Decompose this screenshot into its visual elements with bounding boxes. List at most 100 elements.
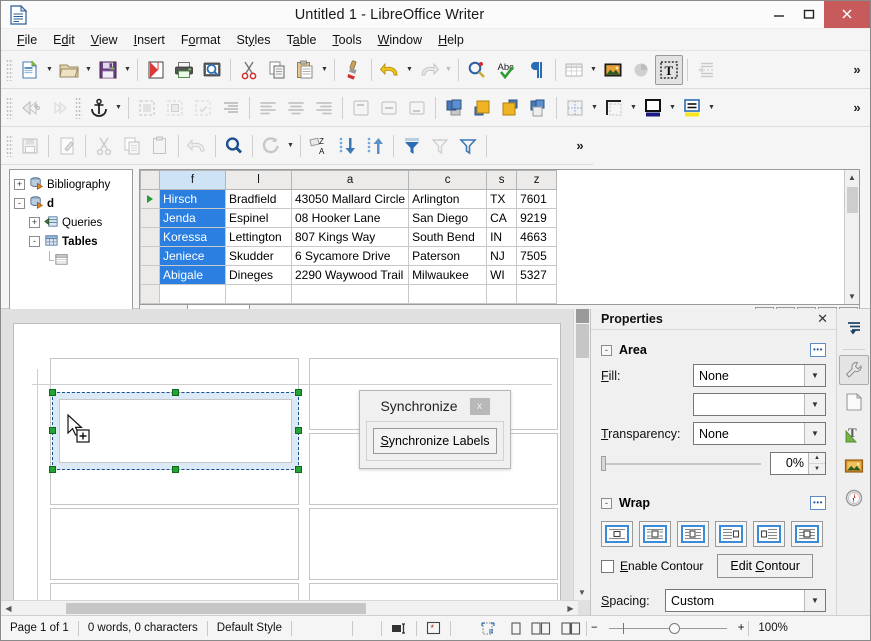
table-row[interactable]: Jeniece Skudder 6 Sycamore Drive Paterso…	[140, 246, 558, 266]
refresh-icon[interactable]	[257, 131, 285, 161]
row-marker[interactable]	[140, 246, 160, 266]
borders-icon[interactable]	[133, 93, 161, 123]
resize-handle-sw[interactable]	[49, 466, 56, 473]
menu-window[interactable]: Window	[370, 31, 430, 49]
align-top-icon[interactable]	[347, 93, 375, 123]
maximize-button[interactable]	[794, 1, 824, 28]
find-record-icon[interactable]	[220, 131, 248, 161]
cell-l[interactable]: Bradfield	[225, 189, 292, 209]
minimize-button[interactable]	[764, 1, 794, 28]
cell-z[interactable]: 7601	[516, 189, 558, 209]
spinner-up-icon[interactable]: ▲	[809, 453, 825, 464]
undo-record-icon[interactable]	[183, 131, 211, 161]
table-properties-icon[interactable]	[561, 93, 589, 123]
column-header-z[interactable]: z	[516, 170, 558, 190]
sort-descending-icon[interactable]	[333, 131, 361, 161]
redo-icon[interactable]	[415, 55, 443, 85]
row-marker[interactable]	[140, 284, 160, 304]
forward-one-icon[interactable]	[468, 93, 496, 123]
toolbar-grip[interactable]	[75, 96, 82, 119]
reset-filter-icon[interactable]	[426, 131, 454, 161]
open-file-dropdown[interactable]: ▼	[83, 55, 94, 85]
undo-dropdown[interactable]: ▼	[404, 55, 415, 85]
page-status[interactable]: Page 1 of 1	[1, 616, 78, 641]
transparency-type-dropdown[interactable]: None ▼	[693, 422, 826, 445]
spinner-down-icon[interactable]: ▼	[809, 464, 825, 474]
align-left-icon[interactable]	[254, 93, 282, 123]
close-icon[interactable]: ✕	[817, 311, 828, 327]
menu-file[interactable]: File	[9, 31, 45, 49]
scroll-thumb-main[interactable]	[575, 324, 589, 358]
document-vertical-scrollbar[interactable]: ▼	[573, 309, 590, 600]
navigator-tab[interactable]	[839, 483, 869, 513]
autofilter-icon[interactable]	[398, 131, 426, 161]
zoom-level-status[interactable]: 100%	[749, 616, 796, 641]
edit-data-icon[interactable]	[53, 131, 81, 161]
close-icon[interactable]: x	[469, 397, 490, 415]
slider-knob[interactable]	[601, 456, 606, 471]
send-backward-icon[interactable]	[44, 93, 72, 123]
export-pdf-icon[interactable]	[142, 55, 170, 85]
bring-to-front-icon[interactable]	[440, 93, 468, 123]
toolbar-grip[interactable]	[6, 58, 13, 81]
open-file-icon[interactable]	[55, 55, 83, 85]
row-marker[interactable]	[140, 227, 160, 247]
language-status[interactable]	[292, 616, 352, 641]
cell-f[interactable]: Jenda	[159, 208, 226, 228]
cell-a[interactable]: 807 Kings Way	[290, 227, 410, 247]
wrap-after-icon[interactable]	[753, 521, 785, 547]
wrap-panel-title[interactable]: - Wrap •••	[601, 492, 826, 514]
back-one-icon[interactable]	[496, 93, 524, 123]
scroll-down-icon[interactable]: ▼	[845, 289, 860, 304]
table-row[interactable]: Jenda Espinel 08 Hooker Lane San Diego C…	[140, 208, 558, 228]
copy-icon[interactable]	[263, 55, 291, 85]
page-style-status[interactable]: Default Style	[208, 616, 291, 641]
tree-item-table-selected[interactable]	[14, 251, 128, 270]
cell-l[interactable]: Lettington	[225, 227, 292, 247]
anchor-dropdown[interactable]: ▼	[113, 93, 124, 123]
transparency-slider[interactable]	[601, 454, 761, 472]
scroll-down-icon[interactable]: ▼	[574, 584, 591, 600]
data-grid[interactable]: f l a c s z Hirsch Bradfield 43050 Malla…	[139, 169, 860, 326]
chevron-down-icon[interactable]: ▼	[804, 590, 825, 611]
cell-a[interactable]: 43050 Mallard Circle	[290, 189, 410, 209]
cell-l[interactable]: Dineges	[225, 265, 292, 285]
column-header-a[interactable]: a	[290, 170, 410, 190]
formatting-marks-icon[interactable]	[523, 55, 551, 85]
spacing-dropdown[interactable]: Custom ▼	[665, 589, 826, 612]
synchronize-dialog-titlebar[interactable]: Synchronize x	[360, 391, 510, 421]
cell-z[interactable]: 5327	[516, 265, 558, 285]
undo-icon[interactable]	[376, 55, 404, 85]
cell-s[interactable]	[486, 284, 518, 304]
print-icon[interactable]	[170, 55, 198, 85]
fill-style-dropdown[interactable]: None ▼	[693, 364, 826, 387]
spinner-buttons[interactable]: ▲ ▼	[808, 452, 825, 474]
transparency-spinner[interactable]: 0% ▲ ▼	[770, 451, 826, 475]
sort-dialog-icon[interactable]: Z A	[305, 131, 333, 161]
new-document-dropdown[interactable]: ▼	[44, 55, 55, 85]
label-cell[interactable]	[50, 508, 299, 580]
cut-icon[interactable]	[90, 131, 118, 161]
data-sources-tree[interactable]: + Bibliography - d + Queries - Tables	[9, 169, 133, 326]
cell-z[interactable]: 9219	[516, 208, 558, 228]
send-to-back-icon[interactable]	[524, 93, 552, 123]
cell-l[interactable]: Skudder	[225, 246, 292, 266]
cell-s[interactable]: TX	[486, 189, 518, 209]
scroll-thumb[interactable]	[66, 602, 366, 614]
fill-color-dropdown[interactable]: ▼	[693, 393, 826, 416]
wrap-before-icon[interactable]	[715, 521, 747, 547]
edit-contour-button[interactable]: Edit Contour	[717, 554, 813, 578]
column-header-c[interactable]: c	[408, 170, 488, 190]
more-options-icon[interactable]: •••	[810, 496, 826, 510]
document-horizontal-scrollbar[interactable]: ◀ ▶	[1, 600, 578, 615]
new-document-icon[interactable]	[16, 55, 44, 85]
cell-c[interactable]	[408, 284, 488, 304]
resize-handle-e[interactable]	[295, 427, 302, 434]
table-row[interactable]: Koressa Lettington 807 Kings Way South B…	[140, 227, 558, 247]
insert-table-dropdown[interactable]: ▼	[588, 55, 599, 85]
menu-view[interactable]: View	[83, 31, 126, 49]
label-cell[interactable]	[309, 508, 558, 580]
expander-icon[interactable]: +	[14, 179, 25, 190]
border-color-picker-icon[interactable]	[639, 93, 667, 123]
menu-table[interactable]: Table	[279, 31, 325, 49]
